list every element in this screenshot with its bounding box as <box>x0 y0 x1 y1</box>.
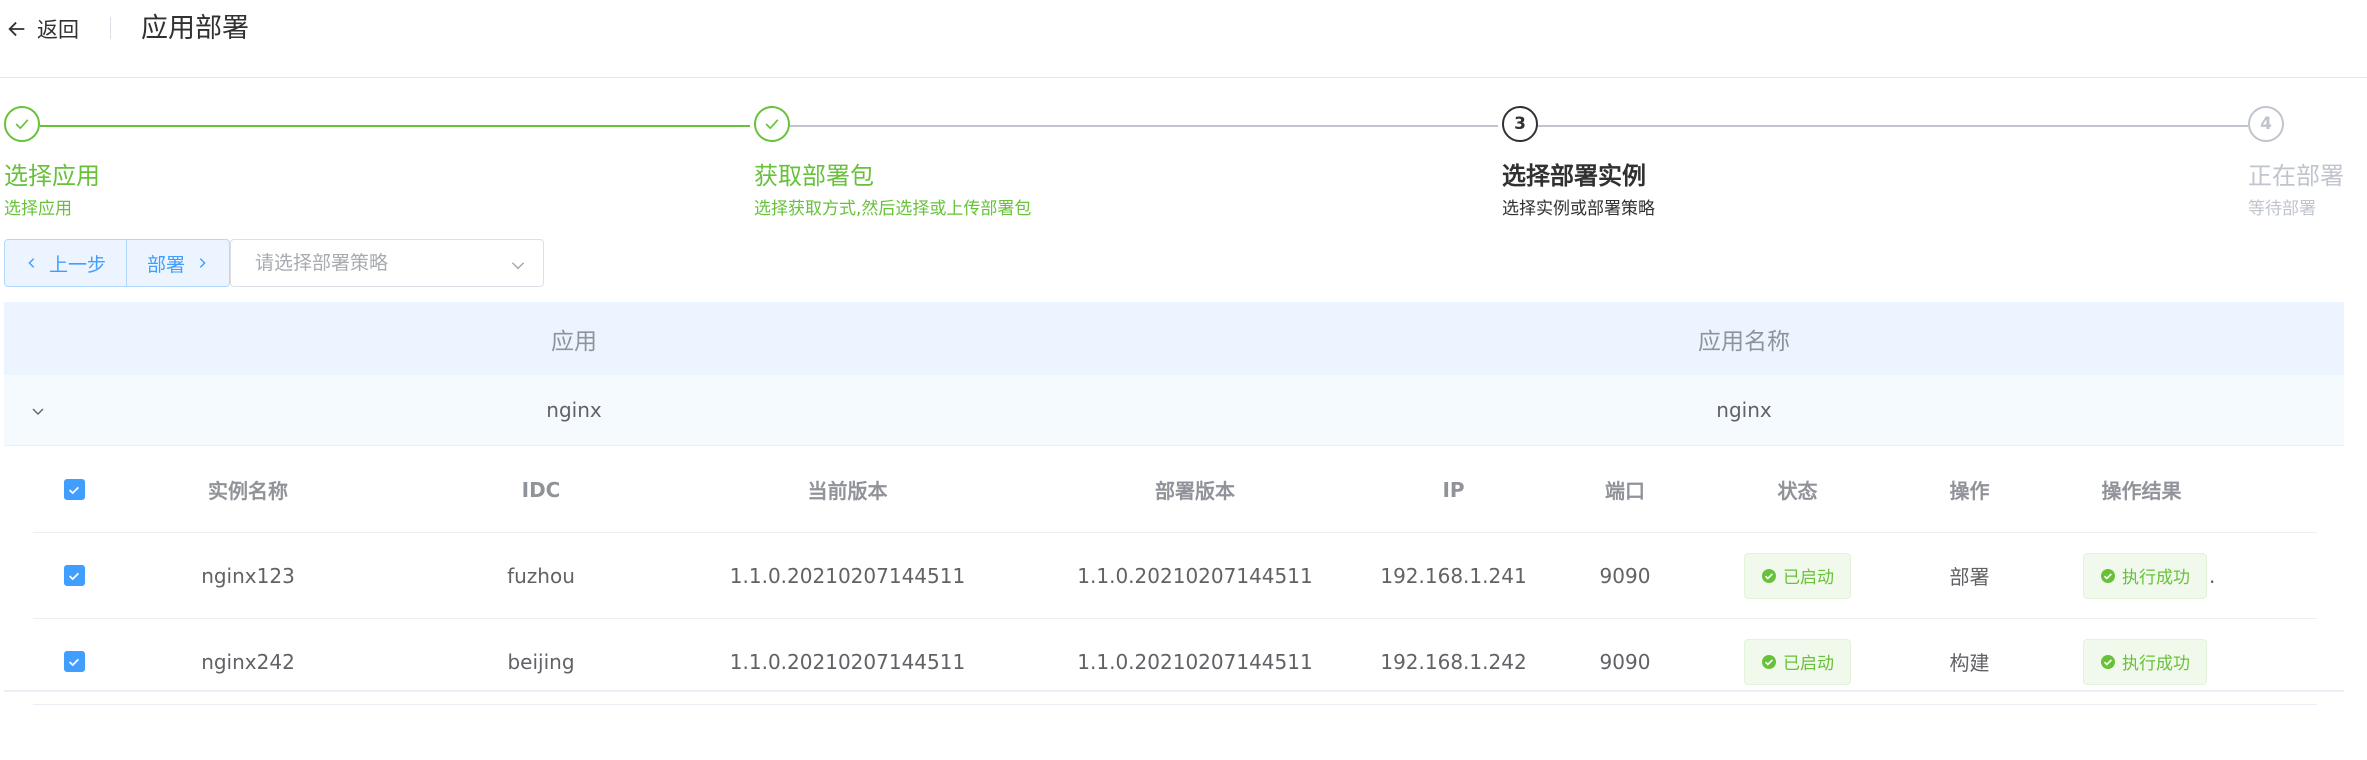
step-desc: 选择应用 <box>4 199 72 219</box>
status-label: 已启动 <box>1783 568 1834 588</box>
table-row: nginx nginx <box>4 375 2344 446</box>
cell-result: 执行成功 . <box>2083 533 2215 618</box>
step-title: 获取部署包 <box>754 162 874 190</box>
column-header-result: 操作结果 <box>2101 479 2182 503</box>
select-all-cell <box>33 447 115 532</box>
cell-deploy-version: 1.1.0.20210207144511 <box>1077 563 1313 588</box>
cell-ip: 192.168.1.241 <box>1380 563 1527 588</box>
step-number: 4 <box>2248 106 2284 142</box>
status-label: 已启动 <box>1783 654 1834 674</box>
row-checkbox[interactable] <box>63 651 85 672</box>
row-select-cell <box>33 533 115 618</box>
strategy-input[interactable] <box>255 252 496 274</box>
status-badge: 已启动 <box>1744 552 1851 599</box>
page-header: 返回 应用部署 <box>0 0 2367 78</box>
prev-step-button[interactable]: 上一步 <box>5 240 126 286</box>
table-row: nginx242 beijing 1.1.0.20210207144511 1.… <box>33 619 2317 705</box>
result-label: 执行成功 <box>2122 568 2190 588</box>
back-label: 返回 <box>37 18 79 42</box>
instance-table: 实例名称 IDC 当前版本 部署版本 IP 端口 状态 操作 操作结果 ngin… <box>33 447 2317 705</box>
cell-idc: fuzhou <box>507 563 575 588</box>
arrow-left-icon <box>8 21 25 37</box>
check-icon <box>69 486 79 494</box>
column-header-idc: IDC <box>521 477 561 502</box>
column-header-app-name: 应用名称 <box>1698 328 1790 355</box>
column-header-port: 端口 <box>1605 479 1645 503</box>
select-all-checkbox[interactable] <box>63 479 85 500</box>
overflow-mark: . <box>2209 563 2216 588</box>
deploy-button[interactable]: 部署 <box>126 240 229 286</box>
column-header-status: 状态 <box>1777 479 1818 503</box>
check-circle-icon <box>2101 654 2115 669</box>
cell-app: nginx <box>546 398 602 422</box>
controls: 上一步 部署 <box>4 239 545 287</box>
cell-name: nginx123 <box>201 563 295 588</box>
button-group: 上一步 部署 <box>4 239 231 287</box>
step-title: 正在部署 <box>2248 162 2344 190</box>
cell-operation: 部署 <box>1949 565 1990 589</box>
check-circle-icon <box>1762 654 1776 669</box>
step-desc: 选择实例或部署策略 <box>1502 199 1655 219</box>
column-header-current-version: 当前版本 <box>807 479 888 503</box>
check-circle-icon <box>2101 568 2115 583</box>
status-badge: 已启动 <box>1744 638 1851 685</box>
step-check-icon <box>754 106 790 142</box>
cell-app-name: nginx <box>1716 398 1772 422</box>
step-desc: 等待部署 <box>2248 199 2316 219</box>
column-header-ip: IP <box>1442 477 1465 502</box>
table-row: nginx123 fuzhou 1.1.0.20210207144511 1.1… <box>33 533 2317 619</box>
strategy-select[interactable] <box>230 239 545 287</box>
row-checkbox[interactable] <box>63 565 85 586</box>
app-table: 应用 应用名称 nginx nginx <box>4 302 2344 446</box>
steps: 选择应用 选择应用 获取部署包 选择获取方式,然后选择或上传部署包 3 选择部署… <box>0 102 2367 232</box>
app-table-header: 应用 应用名称 <box>4 302 2344 375</box>
result-badge: 执行成功 <box>2083 552 2207 599</box>
chevron-down-icon[interactable] <box>30 403 46 419</box>
column-header-operation: 操作 <box>1949 479 1990 503</box>
step-title: 选择应用 <box>4 162 100 190</box>
page-title: 应用部署 <box>141 13 249 44</box>
prev-step-label: 上一步 <box>49 253 107 276</box>
chevron-right-icon <box>199 258 206 268</box>
column-header-app: 应用 <box>551 328 597 355</box>
step-title: 选择部署实例 <box>1502 162 1646 190</box>
result-badge: 执行成功 <box>2083 638 2207 685</box>
cell-current-version: 1.1.0.20210207144511 <box>729 563 966 588</box>
cell-port: 9090 <box>1599 563 1651 588</box>
column-header-deploy-version: 部署版本 <box>1155 479 1235 503</box>
table-bottom-border <box>4 690 2344 692</box>
header-divider <box>110 17 111 39</box>
instance-table-header: 实例名称 IDC 当前版本 部署版本 IP 端口 状态 操作 操作结果 <box>33 447 2317 533</box>
chevron-left-icon <box>28 258 35 268</box>
step-check-icon <box>4 106 40 142</box>
step-line-2 <box>790 125 1498 127</box>
result-label: 执行成功 <box>2122 654 2190 674</box>
check-icon <box>69 572 79 580</box>
back-button[interactable]: 返回 <box>6 14 79 44</box>
step-number: 3 <box>1502 106 1538 142</box>
chevron-down-icon <box>511 262 525 270</box>
check-circle-icon <box>1762 568 1776 583</box>
step-line-1 <box>40 125 750 127</box>
cell-status: 已启动 <box>1739 533 1856 618</box>
deploy-label: 部署 <box>147 253 186 276</box>
column-header-name: 实例名称 <box>208 479 288 503</box>
check-icon <box>69 658 79 666</box>
step-line-3 <box>1538 125 2248 127</box>
step-desc: 选择获取方式,然后选择或上传部署包 <box>754 199 1032 219</box>
